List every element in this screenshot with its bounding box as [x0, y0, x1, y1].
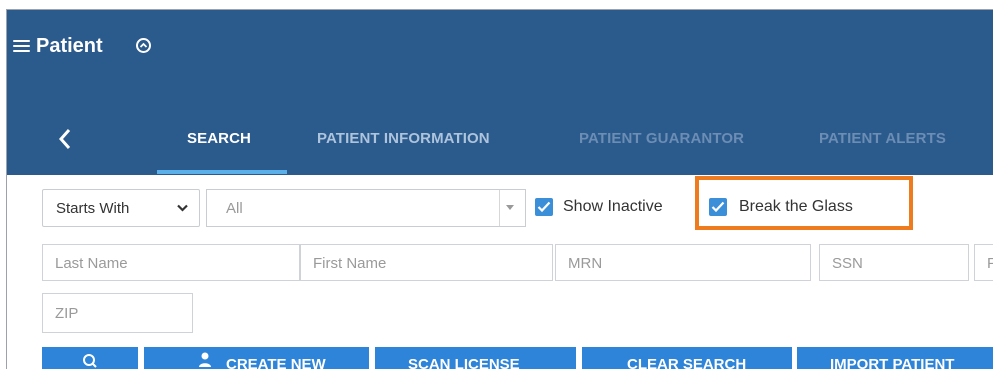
select-divider: [499, 190, 500, 226]
header-bar: Patient SEARCH PATIENT INFORMATION PATIE…: [7, 10, 993, 175]
user-icon: [199, 352, 211, 367]
ssn-input[interactable]: SSN: [819, 244, 969, 281]
match-mode-select[interactable]: Starts With: [42, 189, 200, 227]
search-icon: [83, 354, 97, 368]
zip-input[interactable]: ZIP: [42, 293, 193, 333]
last-name-input[interactable]: Last Name: [42, 244, 300, 281]
search-button[interactable]: [42, 347, 138, 369]
menu-icon[interactable]: [13, 40, 30, 53]
tab-patient-alerts[interactable]: PATIENT ALERTS: [819, 130, 946, 147]
tab-patient-information[interactable]: PATIENT INFORMATION: [317, 130, 490, 147]
first-name-input[interactable]: First Name: [300, 244, 553, 281]
chevron-up-circle-icon[interactable]: [136, 38, 151, 53]
ssn-placeholder: SSN: [832, 255, 863, 272]
mrn-placeholder: MRN: [568, 255, 603, 272]
partial-input-placeholder: P: [987, 255, 993, 272]
first-name-placeholder: First Name: [313, 255, 387, 272]
import-patient-label: IMPORT PATIENT: [830, 356, 955, 369]
scope-select[interactable]: All: [206, 189, 526, 227]
create-new-button[interactable]: CREATE NEW: [144, 347, 369, 369]
match-mode-value: Starts With: [56, 200, 130, 217]
scope-value: All: [226, 200, 243, 217]
scan-license-label: SCAN LICENSE: [408, 356, 520, 369]
chevron-down-icon: [177, 204, 188, 212]
highlight-box: [695, 176, 913, 230]
app-frame: Patient SEARCH PATIENT INFORMATION PATIE…: [6, 9, 993, 369]
partial-input[interactable]: P: [974, 244, 993, 281]
tab-search[interactable]: SEARCH: [187, 130, 251, 147]
import-patient-button[interactable]: IMPORT PATIENT: [797, 347, 993, 369]
show-inactive-checkbox[interactable]: [535, 198, 553, 216]
back-chevron-icon[interactable]: [57, 128, 73, 150]
tab-patient-guarantor[interactable]: PATIENT GUARANTOR: [579, 130, 744, 147]
show-inactive-label[interactable]: Show Inactive: [563, 198, 663, 216]
page-title: Patient: [36, 35, 103, 57]
checkmark-icon: [537, 201, 551, 213]
caret-down-icon: [506, 205, 514, 210]
scan-license-button[interactable]: SCAN LICENSE: [375, 347, 576, 369]
clear-search-label: CLEAR SEARCH: [627, 356, 747, 369]
clear-search-button[interactable]: CLEAR SEARCH: [582, 347, 792, 369]
zip-placeholder: ZIP: [55, 305, 79, 322]
mrn-input[interactable]: MRN: [555, 244, 811, 281]
active-tab-indicator: [157, 170, 287, 174]
last-name-placeholder: Last Name: [55, 255, 128, 272]
create-new-label: CREATE NEW: [226, 356, 326, 369]
